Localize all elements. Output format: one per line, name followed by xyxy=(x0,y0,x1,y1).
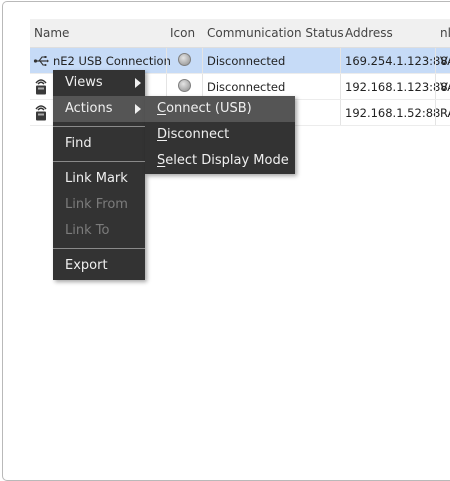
row-extra: VA xyxy=(440,54,450,68)
submenu-arrow-icon xyxy=(135,104,141,114)
network-device-icon xyxy=(35,79,47,95)
row-extra: VA xyxy=(440,80,450,94)
menu-item-views[interactable]: Views xyxy=(53,70,145,96)
mnemonic-key: C xyxy=(157,101,167,116)
row-address: 192.168.1.52:88 xyxy=(345,106,441,120)
menu-item-link-mark[interactable]: Link Mark xyxy=(53,166,145,192)
column-divider xyxy=(340,48,341,73)
column-header-extra[interactable]: nl xyxy=(440,26,450,40)
column-header-icon[interactable]: Icon xyxy=(170,26,195,40)
actions-submenu: Connect (USB) Disconnect Select Display … xyxy=(145,96,295,174)
column-divider xyxy=(202,48,203,73)
row-status: Disconnected xyxy=(207,80,286,94)
menu-item-label: Find xyxy=(65,136,92,151)
menu-item-label: Actions xyxy=(65,101,113,116)
column-divider xyxy=(340,74,341,99)
submenu-arrow-icon xyxy=(135,78,141,88)
column-divider xyxy=(340,100,341,125)
column-header-name[interactable]: Name xyxy=(34,26,69,40)
network-device-icon xyxy=(35,105,47,121)
status-led-icon xyxy=(178,79,191,92)
column-header-address[interactable]: Address xyxy=(345,26,393,40)
column-divider xyxy=(166,48,167,73)
row-address: 192.168.1.123:88 xyxy=(345,80,448,94)
usb-icon xyxy=(33,56,49,66)
context-menu: Views Actions Find Link Mark Link From L… xyxy=(53,70,145,280)
row-name: nE2 USB Connection xyxy=(53,54,171,68)
status-led-icon xyxy=(178,53,191,66)
menu-item-connect-usb[interactable]: Connect (USB) xyxy=(145,96,295,122)
menu-item-label: elect Display Mode xyxy=(165,153,289,168)
menu-item-label: onnect (USB) xyxy=(166,101,252,116)
row-address: 169.254.1.123:88 xyxy=(345,54,448,68)
menu-separator xyxy=(53,161,145,162)
menu-separator xyxy=(53,126,145,127)
menu-item-actions[interactable]: Actions xyxy=(53,96,145,122)
menu-item-label: Views xyxy=(65,75,103,90)
column-divider xyxy=(435,100,436,125)
menu-item-find[interactable]: Find xyxy=(53,131,145,157)
mnemonic-key: D xyxy=(157,127,168,142)
menu-item-label: Link To xyxy=(65,223,110,238)
column-header-status[interactable]: Communication Status xyxy=(207,26,344,40)
menu-item-link-from: Link From xyxy=(53,192,145,218)
menu-item-label: Link From xyxy=(65,197,128,212)
menu-item-label: Export xyxy=(65,258,108,273)
menu-item-disconnect[interactable]: Disconnect xyxy=(145,122,295,148)
menu-item-select-display-mode[interactable]: Select Display Mode xyxy=(145,148,295,174)
column-divider xyxy=(435,48,436,73)
row-extra: RA xyxy=(440,106,450,120)
column-divider xyxy=(435,74,436,99)
row-status: Disconnected xyxy=(207,54,286,68)
menu-item-export[interactable]: Export xyxy=(53,253,145,279)
menu-item-link-to: Link To xyxy=(53,218,145,244)
menu-item-label: isconnect xyxy=(167,127,230,142)
table-header: Name Icon Communication Status Address n… xyxy=(30,19,450,48)
menu-separator xyxy=(53,248,145,249)
menu-item-label: Link Mark xyxy=(65,171,128,186)
